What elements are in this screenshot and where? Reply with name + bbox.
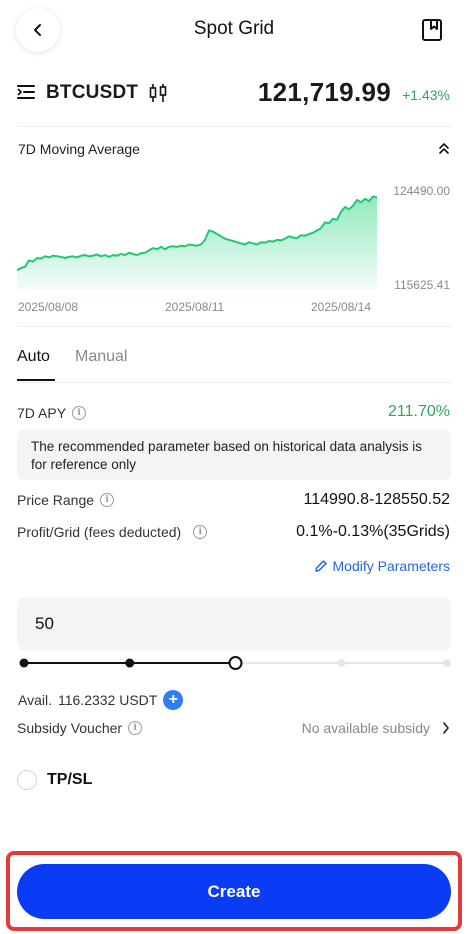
recommendation-note: The recommended parameter based on histo…: [17, 430, 451, 480]
profit-grid-label-text: Profit/Grid (fees deducted): [17, 524, 182, 540]
apy-label: 7D APY i: [17, 405, 87, 421]
slider-thumb[interactable]: [228, 656, 243, 670]
subsidy-value-text: No available subsidy: [301, 720, 430, 736]
add-funds-button[interactable]: +: [163, 690, 184, 710]
chart-header: 7D Moving Average: [0, 138, 468, 162]
mode-tabs: Auto Manual: [0, 344, 468, 384]
slider-stop: [19, 658, 29, 668]
subsidy-value: No available subsidy: [302, 720, 450, 736]
price-range-value: 114990.8-128550.52: [303, 491, 450, 508]
info-icon[interactable]: i: [128, 721, 143, 735]
x-tick-label: 2025/08/11: [165, 300, 225, 314]
divider: [17, 382, 451, 383]
guide-button[interactable]: [412, 10, 452, 50]
pencil-icon: [314, 560, 327, 572]
divider: [17, 326, 451, 327]
ticker-row: BTCUSDT 121,719.99 +1.43%: [0, 72, 468, 116]
info-icon[interactable]: i: [100, 493, 115, 507]
chevron-right-icon: [443, 722, 449, 734]
apy-label-text: 7D APY: [17, 405, 67, 421]
modify-parameters-label: Modify Parameters: [332, 558, 450, 574]
y-tick-label: 115625.41: [394, 278, 450, 292]
tpsl-label: TP/SL: [47, 771, 93, 788]
last-price: 121,719.99: [257, 77, 391, 107]
apy-value: 211.70%: [388, 403, 450, 420]
page-title: Spot Grid: [193, 18, 275, 39]
collapse-chevron-icon[interactable]: [438, 141, 450, 155]
trading-pair[interactable]: BTCUSDT: [46, 82, 138, 104]
chart-area: [17, 196, 377, 290]
create-button[interactable]: Create: [17, 864, 451, 919]
tab-active-indicator: [17, 379, 55, 381]
x-tick-label: 2025/08/08: [18, 300, 79, 314]
x-tick-label: 2025/08/14: [311, 300, 372, 314]
avail-value: 116.2332 USDT: [57, 692, 158, 708]
info-icon[interactable]: i: [193, 525, 208, 539]
book-icon: [422, 19, 442, 41]
price-range-label-text: Price Range: [17, 492, 95, 508]
back-button[interactable]: [16, 8, 60, 52]
amount-slider[interactable]: [17, 652, 451, 674]
price-range-label: Price Range i: [17, 492, 115, 508]
pair-menu-icon[interactable]: [17, 83, 35, 101]
modify-parameters-link[interactable]: Modify Parameters: [314, 558, 450, 574]
subsidy-label-text: Subsidy Voucher: [17, 720, 123, 736]
profit-grid-value: 0.1%-0.13%(35Grids): [296, 523, 450, 540]
candlestick-icon[interactable]: [149, 83, 167, 103]
info-icon[interactable]: i: [72, 406, 87, 420]
chart-label: 7D Moving Average: [18, 141, 140, 157]
tpsl-radio[interactable]: [17, 770, 37, 790]
y-tick-label: 124490.00: [393, 184, 450, 198]
tpsl-option[interactable]: TP/SL: [17, 770, 92, 790]
price-change: +1.43%: [402, 87, 450, 103]
avail-label: Avail.: [18, 692, 52, 708]
chevron-left-icon: [34, 24, 41, 36]
slider-stop: [125, 658, 135, 668]
slider-stop: [337, 659, 346, 667]
divider: [17, 126, 451, 127]
header: Spot Grid: [0, 0, 468, 60]
investment-amount-input[interactable]: [17, 598, 451, 650]
available-balance: Avail. 116.2332 USDT +: [18, 690, 184, 710]
tab-auto[interactable]: Auto: [17, 348, 50, 366]
subsidy-label: Subsidy Voucher i: [17, 720, 143, 736]
price-chart: [17, 195, 377, 290]
profit-grid-label: Profit/Grid (fees deducted) i: [17, 524, 208, 540]
slider-stop: [443, 659, 451, 667]
tab-manual[interactable]: Manual: [75, 348, 127, 366]
